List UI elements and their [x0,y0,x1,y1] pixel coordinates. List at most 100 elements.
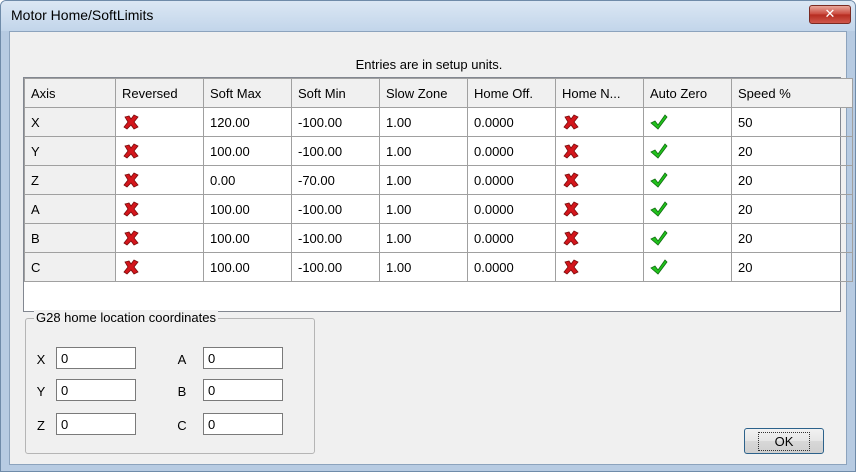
speed-cell[interactable]: 20 [731,136,853,166]
table-row[interactable]: Z 0.00 -70.00 1.00 0.0000 20 [24,165,853,195]
home_neg-cell[interactable] [555,194,644,224]
soft_max-cell[interactable]: 100.00 [203,223,292,253]
motor-grid: Axis Reversed Soft Max Soft Min Slow Zon… [23,77,853,312]
column-header[interactable]: Reversed [115,78,204,108]
coord-label-z: Z [37,418,45,433]
auto_zero-cell[interactable] [643,223,732,253]
soft_min-cell[interactable]: -100.00 [291,194,380,224]
soft_min-cell[interactable]: -100.00 [291,107,380,137]
home_neg-cell[interactable] [555,107,644,137]
g28-b-input[interactable] [203,379,283,401]
table-row[interactable]: B 100.00 -100.00 1.00 0.0000 20 [24,223,853,253]
table-header-row: Axis Reversed Soft Max Soft Min Slow Zon… [24,78,853,108]
reversed-cell[interactable] [115,194,204,224]
g28-legend: G28 home location coordinates [34,310,218,325]
reversed-cell[interactable] [115,223,204,253]
reversed-cell[interactable] [115,252,204,282]
axis-cell[interactable]: Z [24,165,116,195]
slow_zone-cell[interactable]: 1.00 [379,136,468,166]
axis-cell[interactable]: B [24,223,116,253]
home_off-cell[interactable]: 0.0000 [467,252,556,282]
auto_zero-cell[interactable] [643,194,732,224]
column-header[interactable]: Home N... [555,78,644,108]
soft_min-cell[interactable]: -100.00 [291,136,380,166]
auto_zero-cell[interactable] [643,136,732,166]
reversed-cell[interactable] [115,165,204,195]
speed-cell[interactable]: 20 [731,194,853,224]
reversed-cell[interactable] [115,107,204,137]
check-icon [650,258,668,275]
motor-table: Axis Reversed Soft Max Soft Min Slow Zon… [24,78,853,282]
soft_max-cell[interactable]: 100.00 [203,136,292,166]
coord-label-b: B [177,384,187,399]
home_neg-cell[interactable] [555,252,644,282]
g28-z-input[interactable] [56,413,136,435]
table-row[interactable]: C 100.00 -100.00 1.00 0.0000 20 [24,252,853,282]
axis-cell[interactable]: X [24,107,116,137]
soft_max-cell[interactable]: 120.00 [203,107,292,137]
soft_min-cell[interactable]: -100.00 [291,223,380,253]
check-icon [650,113,668,130]
x-icon [562,171,580,188]
axis-cell[interactable]: A [24,194,116,224]
home_off-cell[interactable]: 0.0000 [467,223,556,253]
home_off-cell[interactable]: 0.0000 [467,194,556,224]
table-row[interactable]: A 100.00 -100.00 1.00 0.0000 20 [24,194,853,224]
home_neg-cell[interactable] [555,165,644,195]
speed-cell[interactable]: 20 [731,165,853,195]
x-icon [562,229,580,246]
ok-label: OK [757,431,811,451]
window-title: Motor Home/SoftLimits [11,7,154,23]
speed-cell[interactable]: 20 [731,252,853,282]
reversed-cell[interactable] [115,136,204,166]
column-header[interactable]: Slow Zone [379,78,468,108]
dialog-client: Entries are in setup units. Axis Reverse… [9,31,853,465]
x-icon [562,200,580,217]
table-row[interactable]: X 120.00 -100.00 1.00 0.0000 50 [24,107,853,137]
speed-cell[interactable]: 50 [731,107,853,137]
g28-x-input[interactable] [56,347,136,369]
g28-a-input[interactable] [203,347,283,369]
home_off-cell[interactable]: 0.0000 [467,136,556,166]
coord-label-c: C [177,418,187,433]
x-icon [122,258,140,275]
slow_zone-cell[interactable]: 1.00 [379,252,468,282]
g28-c-input[interactable] [203,413,283,435]
column-header[interactable]: Axis [24,78,116,108]
column-header[interactable]: Speed % [731,78,853,108]
home_neg-cell[interactable] [555,223,644,253]
soft_min-cell[interactable]: -70.00 [291,165,380,195]
x-icon [122,171,140,188]
auto_zero-cell[interactable] [643,107,732,137]
g28-y-input[interactable] [56,379,136,401]
slow_zone-cell[interactable]: 1.00 [379,165,468,195]
check-icon [650,171,668,188]
speed-cell[interactable]: 20 [731,223,853,253]
x-icon [122,113,140,130]
slow_zone-cell[interactable]: 1.00 [379,107,468,137]
x-icon [562,142,580,159]
slow_zone-cell[interactable]: 1.00 [379,194,468,224]
axis-cell[interactable]: C [24,252,116,282]
column-header[interactable]: Soft Min [291,78,380,108]
title-bar[interactable]: Motor Home/SoftLimits ✕ [1,1,855,31]
coord-label-a: A [177,352,187,367]
auto_zero-cell[interactable] [643,165,732,195]
home_off-cell[interactable]: 0.0000 [467,165,556,195]
soft_max-cell[interactable]: 0.00 [203,165,292,195]
home_neg-cell[interactable] [555,136,644,166]
column-header[interactable]: Auto Zero [643,78,732,108]
column-header[interactable]: Soft Max [203,78,292,108]
axis-cell[interactable]: Y [24,136,116,166]
soft_min-cell[interactable]: -100.00 [291,252,380,282]
dialog-window: Motor Home/SoftLimits ✕ Entries are in s… [0,0,856,472]
table-row[interactable]: Y 100.00 -100.00 1.00 0.0000 20 [24,136,853,166]
auto_zero-cell[interactable] [643,252,732,282]
soft_max-cell[interactable]: 100.00 [203,252,292,282]
slow_zone-cell[interactable]: 1.00 [379,223,468,253]
column-header[interactable]: Home Off. [467,78,556,108]
close-button[interactable]: ✕ [809,5,851,24]
soft_max-cell[interactable]: 100.00 [203,194,292,224]
ok-button[interactable]: OK [744,428,824,454]
home_off-cell[interactable]: 0.0000 [467,107,556,137]
